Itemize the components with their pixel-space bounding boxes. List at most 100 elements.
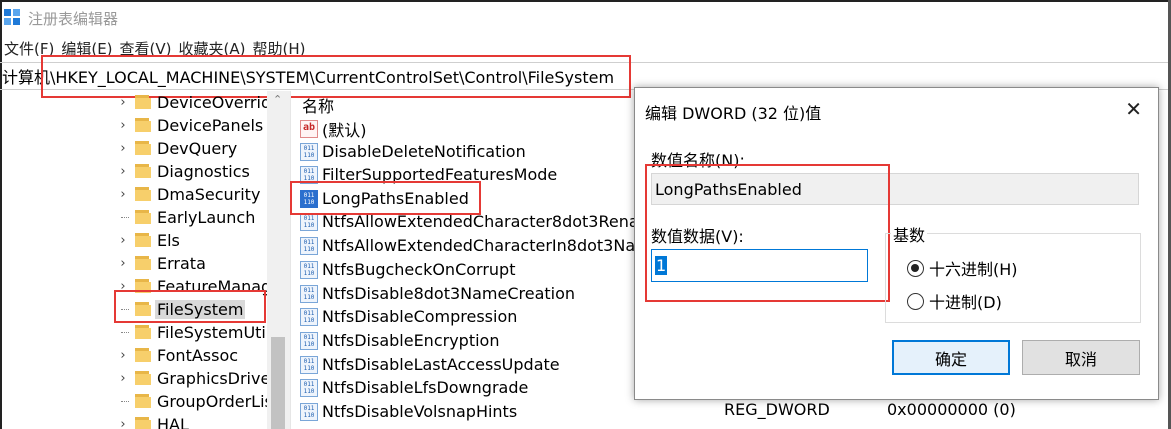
dialog-highlight-box [645, 164, 890, 302]
value-name: DisableDeleteNotification [322, 142, 526, 161]
registry-key-tree: › DeviceOverrid › DevicePanels › DevQuer… [0, 91, 290, 429]
dword-value-icon: 011 110 [300, 236, 318, 255]
radio-decimal[interactable]: 十进制(D) [907, 289, 1002, 313]
tree-item[interactable]: › FontAssoc [0, 344, 267, 367]
tree-item-label: DevQuery [157, 139, 238, 158]
value-name: NtfsDisableLastAccessUpdate [322, 355, 560, 374]
folder-icon [135, 163, 151, 179]
dword-value-icon: 011 110 [300, 212, 318, 231]
tree-item[interactable]: EarlyLaunch [0, 206, 267, 229]
ok-button[interactable]: 确定 [892, 340, 1010, 375]
value-name: NtfsDisableCompression [322, 307, 518, 326]
dialog-title: 编辑 DWORD (32 位)值 [645, 104, 822, 123]
folder-icon [135, 140, 151, 156]
tree-item-label: DevicePanels [157, 116, 264, 135]
folder-icon [135, 393, 151, 409]
dword-value-icon: 011 110 [300, 142, 318, 161]
edit-dword-dialog: 编辑 DWORD (32 位)值 ✕ 数值名称(N): LongPathsEna… [634, 87, 1159, 400]
value-name: NtfsDisableLfsDowngrade [322, 378, 529, 397]
tree-item-label: EarlyLaunch [157, 208, 256, 227]
tree-item[interactable]: GroupOrderLis [0, 390, 267, 413]
chevron-right-icon[interactable]: › [118, 371, 128, 386]
tree-item-label: Diagnostics [157, 162, 250, 181]
dword-value-icon: 011 110 [300, 307, 318, 326]
value-name: NtfsDisableVolsnapHints [322, 402, 518, 421]
chevron-right-icon[interactable]: › [118, 233, 128, 248]
value-row[interactable]: 011 110 NtfsBugcheckOnCorrupt [300, 258, 515, 281]
dword-value-icon: 011 110 [300, 378, 318, 397]
tree-connector [121, 217, 129, 218]
base-label: 基数 [891, 222, 928, 246]
chevron-right-icon[interactable]: › [118, 417, 128, 429]
folder-icon [135, 117, 151, 133]
value-name: NtfsDisable8dot3NameCreation [322, 284, 576, 303]
value-name: (默认) [322, 120, 367, 140]
chevron-right-icon[interactable]: › [118, 141, 128, 156]
value-row[interactable]: 011 110 NtfsDisableLastAccessUpdate [300, 353, 560, 376]
tree-item-label: GroupOrderLis [157, 392, 267, 411]
value-name: NtfsAllowExtendedCharacterIn8dot3Nam [322, 236, 651, 255]
tree-item[interactable]: › Errata [0, 252, 267, 275]
string-value-icon: ab [300, 119, 318, 138]
radio-hex-label: 十六进制(H) [929, 260, 1018, 279]
value-name: NtfsDisableEncryption [322, 331, 500, 350]
tree-item[interactable]: › HAL [0, 413, 267, 429]
value-row[interactable]: 011 110 NtfsDisableVolsnapHints [300, 400, 517, 423]
radio-checked-icon[interactable] [907, 259, 924, 277]
regedit-app-icon [4, 9, 22, 27]
column-header-name[interactable]: 名称 [302, 93, 334, 117]
folder-icon [135, 324, 151, 340]
chevron-right-icon[interactable]: › [118, 256, 128, 271]
tree-item[interactable]: › Diagnostics [0, 160, 267, 183]
title-bar: 注册表编辑器 [4, 4, 118, 32]
tree-item[interactable]: › DevicePanels [0, 114, 267, 137]
scroll-up-arrow-icon[interactable]: ⌃ [273, 93, 282, 106]
value-row[interactable]: 011 110 NtfsAllowExtendedCharacterIn8dot3… [300, 234, 651, 257]
tree-item[interactable]: › GraphicsDriver [0, 367, 267, 390]
value-row[interactable]: 011 110 NtfsDisable8dot3NameCreation [300, 282, 575, 305]
tree-item-label: FileSystemUtil [157, 323, 267, 342]
value-row[interactable]: 011 110 NtfsDisableEncryption [300, 329, 499, 352]
tree-item-label: Els [157, 231, 180, 250]
folder-icon [135, 416, 151, 429]
dword-value-icon: 011 110 [300, 355, 318, 374]
chevron-right-icon[interactable]: › [118, 118, 128, 133]
value-name: NtfsBugcheckOnCorrupt [322, 260, 516, 279]
filesystem-highlight-box [114, 290, 266, 323]
tree-scrollbar[interactable]: ⌃ [267, 91, 290, 429]
chevron-right-icon[interactable]: › [118, 95, 128, 110]
radio-unchecked-icon[interactable] [907, 292, 924, 310]
scrollbar-thumb[interactable] [271, 337, 285, 429]
value-row[interactable]: 011 110 NtfsDisableCompression [300, 305, 517, 328]
tree-item-label: HAL [157, 415, 189, 429]
folder-icon [135, 370, 151, 386]
tree-item-label: DmaSecurity [157, 185, 261, 204]
value-row[interactable]: 011 110 NtfsDisableLfsDowngrade [300, 376, 528, 399]
pane-divider[interactable] [290, 91, 291, 429]
folder-icon [135, 347, 151, 363]
value-type-cell: REG_DWORD [724, 400, 830, 419]
value-row[interactable]: 011 110 DisableDeleteNotification [300, 140, 526, 163]
radio-hex[interactable]: 十六进制(H) [907, 256, 1018, 280]
tree-connector [121, 332, 129, 333]
chevron-right-icon[interactable]: › [118, 187, 128, 202]
dword-value-icon: 011 110 [300, 260, 318, 279]
folder-icon [135, 255, 151, 271]
folder-icon [135, 209, 151, 225]
close-icon[interactable]: ✕ [1125, 97, 1142, 121]
value-row[interactable]: ab (默认) [300, 117, 367, 140]
tree-item[interactable]: › DmaSecurity [0, 183, 267, 206]
longpaths-highlight-box [290, 181, 481, 215]
chevron-right-icon[interactable]: › [118, 164, 128, 179]
tree-item-label: DeviceOverrid [157, 93, 267, 112]
tree-item[interactable]: › DevQuery [0, 137, 267, 160]
chevron-right-icon[interactable]: › [118, 348, 128, 363]
tree-item[interactable]: › DeviceOverrid [0, 91, 267, 114]
window-title: 注册表编辑器 [28, 9, 119, 28]
folder-icon [135, 232, 151, 248]
tree-item[interactable]: › Els [0, 229, 267, 252]
tree-item[interactable]: FileSystemUtil [0, 321, 267, 344]
dword-value-icon: 011 110 [300, 402, 318, 421]
cancel-button[interactable]: 取消 [1022, 340, 1140, 375]
tree-item-label: FontAssoc [157, 346, 239, 365]
